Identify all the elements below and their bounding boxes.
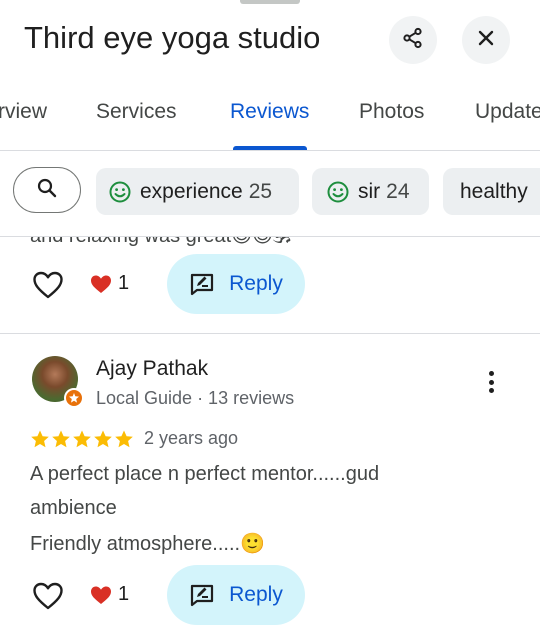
place-header: Third eye yoga studio: [0, 0, 540, 80]
share-icon: [401, 26, 425, 55]
reply-icon: [189, 272, 215, 296]
place-title: Third eye yoga studio: [24, 20, 321, 55]
chip-label: sir: [358, 179, 381, 203]
reply-button[interactable]: Reply: [167, 565, 305, 625]
tab-updates[interactable]: Update: [475, 100, 540, 124]
chip-count: 25: [248, 179, 273, 203]
review-actions: 1 Reply: [0, 565, 540, 625]
chip-count: 24: [386, 179, 410, 203]
smile-icon: [326, 180, 350, 204]
review-text-line: ambience: [30, 497, 117, 519]
more-dot: [488, 379, 494, 385]
filter-chip-sir[interactable]: sir 24: [312, 168, 429, 215]
tab-services[interactable]: Services: [96, 100, 177, 124]
reply-label: Reply: [229, 272, 283, 295]
chip-label: healthy: [460, 179, 528, 203]
previous-review-text-clip: and relaxing was great😊😊🕉: [0, 237, 540, 251]
star-icon: [114, 429, 134, 449]
search-reviews-button[interactable]: [13, 167, 81, 213]
review-divider: [0, 333, 540, 334]
review-filter-chips: experience 25 sir 24 healthy: [0, 152, 540, 237]
reply-icon: [189, 583, 215, 607]
more-dot: [488, 371, 494, 376]
active-tab-indicator: [233, 146, 307, 150]
tab-bar: rview Services Reviews Photos Update: [0, 88, 540, 151]
search-icon: [36, 177, 58, 204]
star-icon: [93, 429, 113, 449]
like-count-badge: 1: [90, 583, 129, 606]
close-button[interactable]: [462, 16, 510, 64]
reviewer-meta: Local Guide · 13 reviews: [96, 388, 295, 408]
more-dot: [488, 388, 494, 393]
previous-review-actions: 1 Reply: [0, 254, 540, 314]
review-text-line: Friendly atmosphere.....🙂: [30, 533, 265, 555]
smile-icon: [108, 180, 132, 204]
reply-label: Reply: [229, 583, 283, 606]
like-count: 1: [118, 272, 130, 294]
review-date: 2 years ago: [144, 428, 239, 448]
chip-label: experience: [140, 179, 243, 203]
like-count: 1: [118, 583, 130, 605]
star-rating: [30, 429, 135, 449]
tab-reviews[interactable]: Reviews: [230, 100, 309, 124]
more-options-button[interactable]: [478, 365, 504, 399]
reviewer-name[interactable]: Ajay Pathak: [96, 357, 208, 381]
like-button[interactable]: [32, 581, 64, 611]
reply-button[interactable]: Reply: [167, 254, 305, 314]
star-icon: [72, 429, 92, 449]
filter-chip-experience[interactable]: experience 25: [96, 168, 299, 215]
review-text-line: A perfect place n perfect mentor......gu…: [30, 463, 380, 485]
previous-review-text: and relaxing was great😊😊🕉: [30, 237, 291, 248]
star-icon: [51, 429, 71, 449]
close-icon: [475, 27, 497, 54]
tab-photos[interactable]: Photos: [359, 100, 424, 124]
red-heart-icon: [90, 585, 112, 605]
filter-chip-healthy[interactable]: healthy: [443, 168, 540, 215]
local-guide-badge-icon: [64, 388, 84, 408]
star-icon: [30, 429, 50, 449]
like-button[interactable]: [32, 270, 64, 300]
like-count-badge: 1: [90, 272, 129, 295]
red-heart-icon: [90, 274, 112, 294]
tab-overview[interactable]: rview: [0, 100, 47, 124]
share-button[interactable]: [389, 16, 437, 64]
